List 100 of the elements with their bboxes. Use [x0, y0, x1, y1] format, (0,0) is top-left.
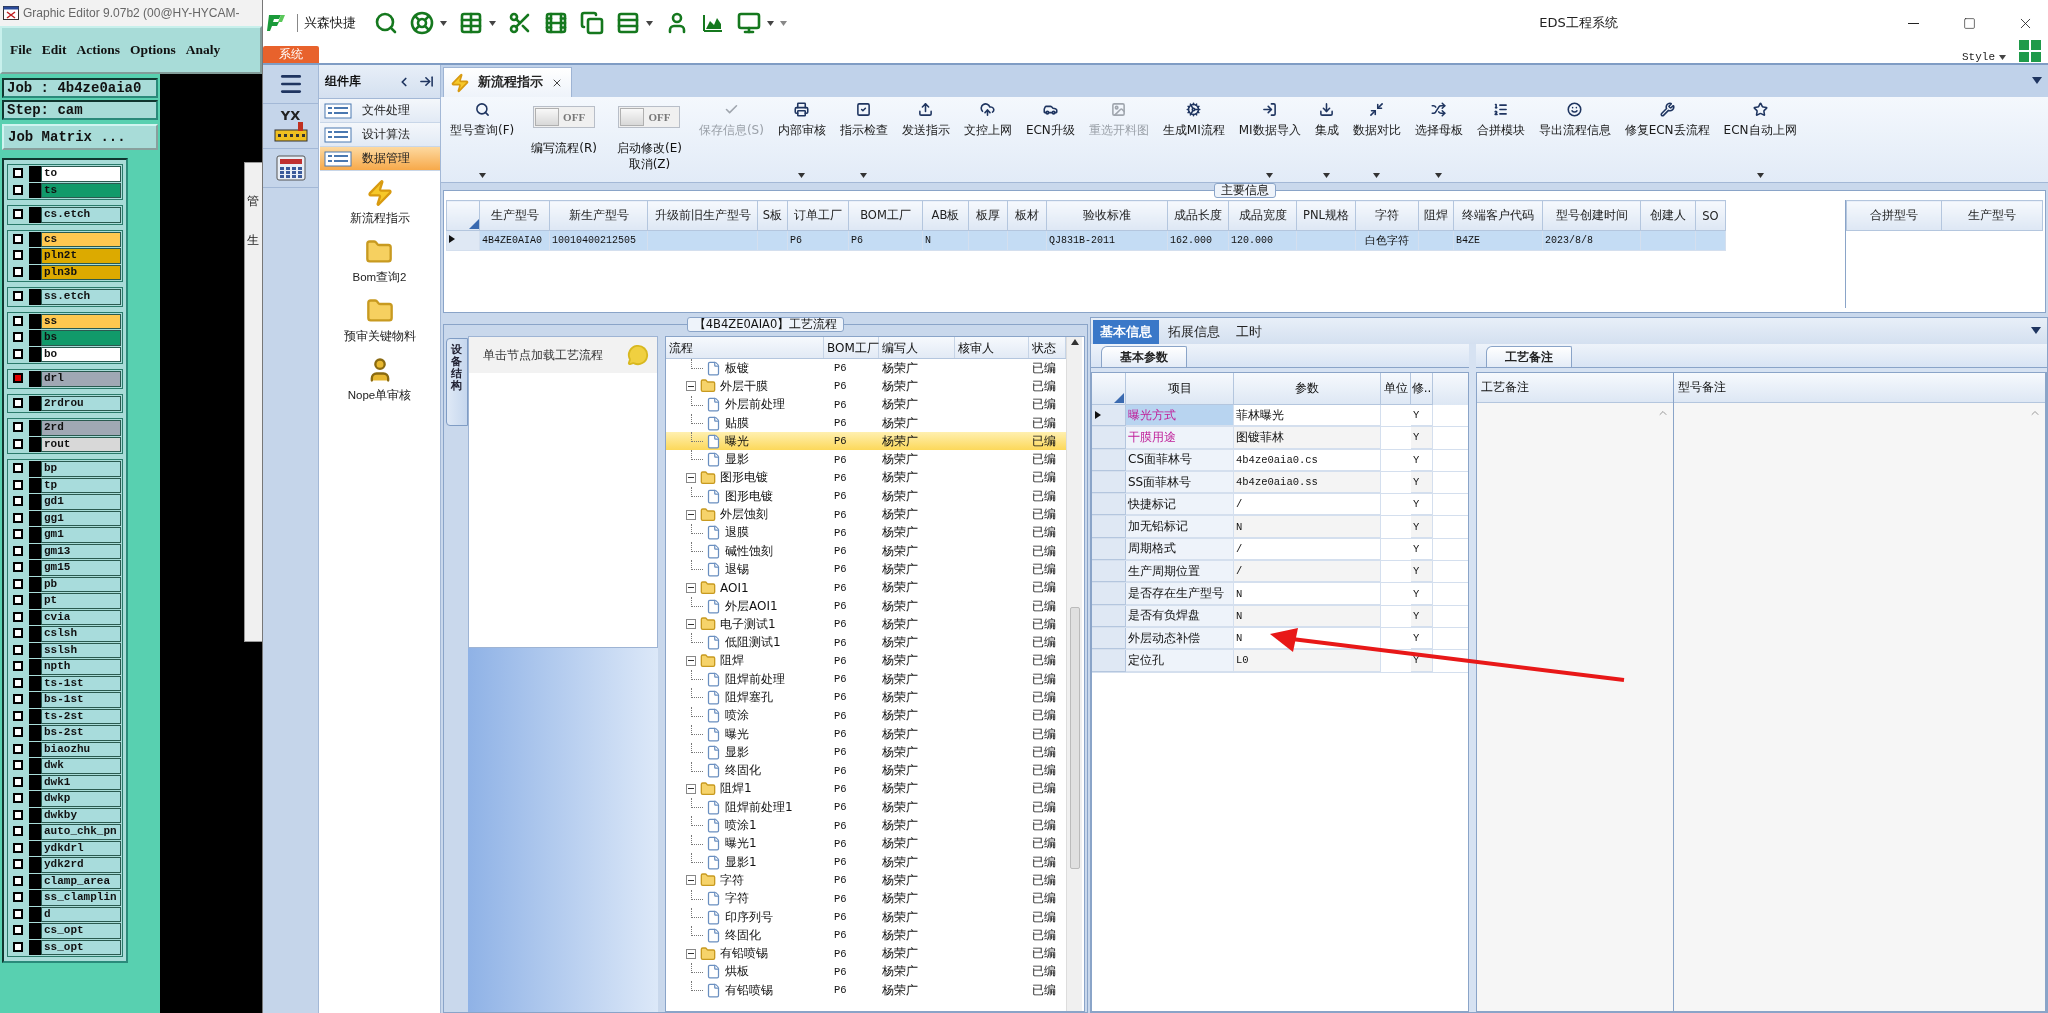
layer-name[interactable]: auto_chk_pn [41, 824, 121, 840]
layer-name[interactable]: ss.etch [41, 289, 121, 305]
ribbon-button[interactable]: 型号查询(F) [447, 100, 518, 182]
layer-name[interactable]: pln2t [41, 248, 121, 264]
layer-checkbox[interactable] [13, 908, 23, 919]
layer-name[interactable]: gd1 [41, 494, 121, 510]
ribbon-button[interactable]: MI数据导入 [1235, 100, 1304, 182]
layer-name[interactable]: ts-1st [41, 675, 121, 691]
row-indicator[interactable] [1092, 405, 1126, 427]
column-header[interactable]: 成品长度 [1167, 200, 1229, 231]
layer-name[interactable]: gm13 [41, 543, 121, 559]
ribbon-button[interactable]: 指示检查 [836, 100, 891, 182]
ribbon-button[interactable]: 导出流程信息 [1535, 100, 1614, 182]
layer-name[interactable]: gm1 [41, 527, 121, 543]
layer-checkbox[interactable] [13, 760, 23, 770]
table-row[interactable]: 4B4ZE0AIA0 10010400212505 P6 P6 N QJ831B-2011 162.000 120.000 白色字符 B4ZE 2023/8/8 [446, 230, 1726, 251]
caret-icon[interactable] [440, 20, 447, 26]
column-header[interactable]: 单位 [1381, 373, 1411, 405]
ribbon-button[interactable]: 内部审核 [774, 100, 829, 182]
layer-name[interactable]: gg1 [41, 510, 121, 526]
collapse-icon[interactable] [686, 509, 696, 520]
ribbon-button[interactable]: ECN升级 [1022, 100, 1078, 182]
column-header[interactable]: 合拼型号 [1846, 200, 1942, 231]
layer-checkbox[interactable] [13, 168, 23, 178]
tree-row[interactable]: 图形电镀 P6 杨荣广 已编 [666, 468, 1066, 488]
layer-checkbox[interactable] [13, 793, 23, 803]
tree-row[interactable]: 喷涂1 P6 杨荣广 已编 [666, 816, 1066, 835]
tree-row[interactable]: 显影 P6 杨荣广 已编 [666, 743, 1066, 762]
column-header[interactable]: 生产型号 [1941, 200, 2043, 231]
ribbon-button[interactable]: 选择母板 [1411, 100, 1466, 182]
layer-name[interactable]: cslsh [41, 626, 121, 642]
layer-name[interactable]: sslsh [41, 642, 121, 658]
layer-checkbox[interactable] [13, 479, 23, 490]
layer-checkbox[interactable] [13, 628, 23, 638]
layer-checkbox[interactable] [13, 710, 23, 721]
tree-row[interactable]: 阻焊 P6 杨荣广 已编 [666, 651, 1066, 671]
layer-name[interactable]: ss_clamplin [41, 890, 121, 906]
menu-item[interactable]: Actions [76, 42, 120, 58]
layer-name[interactable]: drl [41, 371, 121, 387]
caret-icon[interactable] [2032, 77, 2042, 84]
switch-knob[interactable] [620, 108, 645, 126]
column-header[interactable]: BOM工厂 [824, 337, 879, 358]
layer-name[interactable]: cvia [41, 609, 121, 625]
search-icon[interactable] [374, 11, 398, 35]
column-header[interactable]: AB板 [922, 200, 969, 231]
layer-name[interactable]: bs [41, 330, 121, 346]
layer-name[interactable]: pt [41, 593, 121, 609]
layer-checkbox[interactable] [13, 496, 23, 506]
column-header[interactable]: 阻焊 [1418, 200, 1454, 231]
layer-name[interactable]: ts-2st [41, 708, 121, 724]
tree-row[interactable]: 阻焊前处理1 P6 杨荣广 已编 [666, 798, 1066, 817]
library-category[interactable]: 文件处理 [320, 99, 440, 123]
collapse-icon[interactable] [686, 619, 696, 630]
layer-checkbox[interactable] [13, 233, 23, 244]
layer-name[interactable]: ss [41, 313, 121, 329]
layer-checkbox[interactable] [13, 842, 23, 853]
layer-checkbox[interactable] [13, 291, 23, 301]
tree-row[interactable]: 有铅喷锡 P6 杨荣广 已编 [666, 944, 1066, 963]
toggle-switch[interactable]: OFF [533, 106, 596, 128]
layer-name[interactable]: to [41, 166, 121, 182]
column-header[interactable]: 成品宽度 [1228, 200, 1297, 231]
layer-name[interactable]: bs-2st [41, 725, 121, 741]
scroll-up-icon[interactable] [1070, 339, 1079, 345]
job-matrix-button[interactable]: Job Matrix ... [2, 124, 158, 150]
tree-row[interactable]: 字符 P6 杨荣广 已编 [666, 871, 1066, 890]
layer-checkbox[interactable] [13, 875, 23, 886]
layer-checkbox[interactable] [13, 315, 23, 326]
document-tab[interactable]: 新流程指示 [443, 67, 572, 97]
tree-row[interactable]: 退锡 P6 杨荣广 已编 [666, 560, 1066, 579]
ribbon-button[interactable]: 文控上网 [960, 100, 1015, 182]
layer-checkbox[interactable] [13, 463, 23, 473]
tree-row[interactable]: 显影1 P6 杨荣广 已编 [666, 853, 1066, 872]
layer-checkbox[interactable] [13, 644, 23, 655]
layer-name[interactable]: biaozhu [41, 741, 121, 757]
layer-checkbox[interactable] [13, 332, 23, 342]
monitor-icon[interactable] [737, 11, 761, 35]
tree-row[interactable]: 终固化 P6 杨荣广 已编 [666, 761, 1066, 780]
layer-checkbox[interactable] [13, 859, 23, 869]
tree-row[interactable]: 低阻测试1 P6 杨荣广 已编 [666, 633, 1066, 652]
layer-checkbox[interactable] [13, 250, 23, 260]
layer-name[interactable]: tp [41, 477, 121, 493]
tree-row[interactable]: 外层前处理 P6 杨荣广 已编 [666, 395, 1066, 414]
copy-icon[interactable] [580, 11, 604, 35]
layer-checkbox[interactable] [13, 397, 23, 408]
tree-row[interactable]: 外层AOI1 P6 杨荣广 已编 [666, 596, 1066, 616]
layer-name[interactable]: dwk [41, 758, 121, 774]
layer-name[interactable]: cs.etch [41, 207, 121, 223]
collapse-icon[interactable] [686, 655, 696, 666]
ribbon-button[interactable]: 发送指示 [898, 100, 953, 182]
menu-item[interactable]: Edit [41, 42, 67, 58]
tree-row[interactable]: 图形电镀 P6 杨荣广 已编 [666, 487, 1066, 506]
side-tab[interactable]: 设备结构 [446, 338, 468, 426]
layer-checkbox[interactable] [13, 373, 23, 383]
layer-name[interactable]: pln3b [41, 264, 121, 280]
tree-row[interactable]: 印序列号 P6 杨荣广 已编 [666, 907, 1066, 927]
layer-checkbox[interactable] [13, 209, 23, 219]
layer-checkbox[interactable] [13, 925, 23, 935]
tree-row[interactable]: 贴膜 P6 杨荣广 已编 [666, 413, 1066, 433]
scrollbar[interactable] [1066, 337, 1082, 1011]
tree-row[interactable]: 退膜 P6 杨荣广 已编 [666, 523, 1066, 542]
